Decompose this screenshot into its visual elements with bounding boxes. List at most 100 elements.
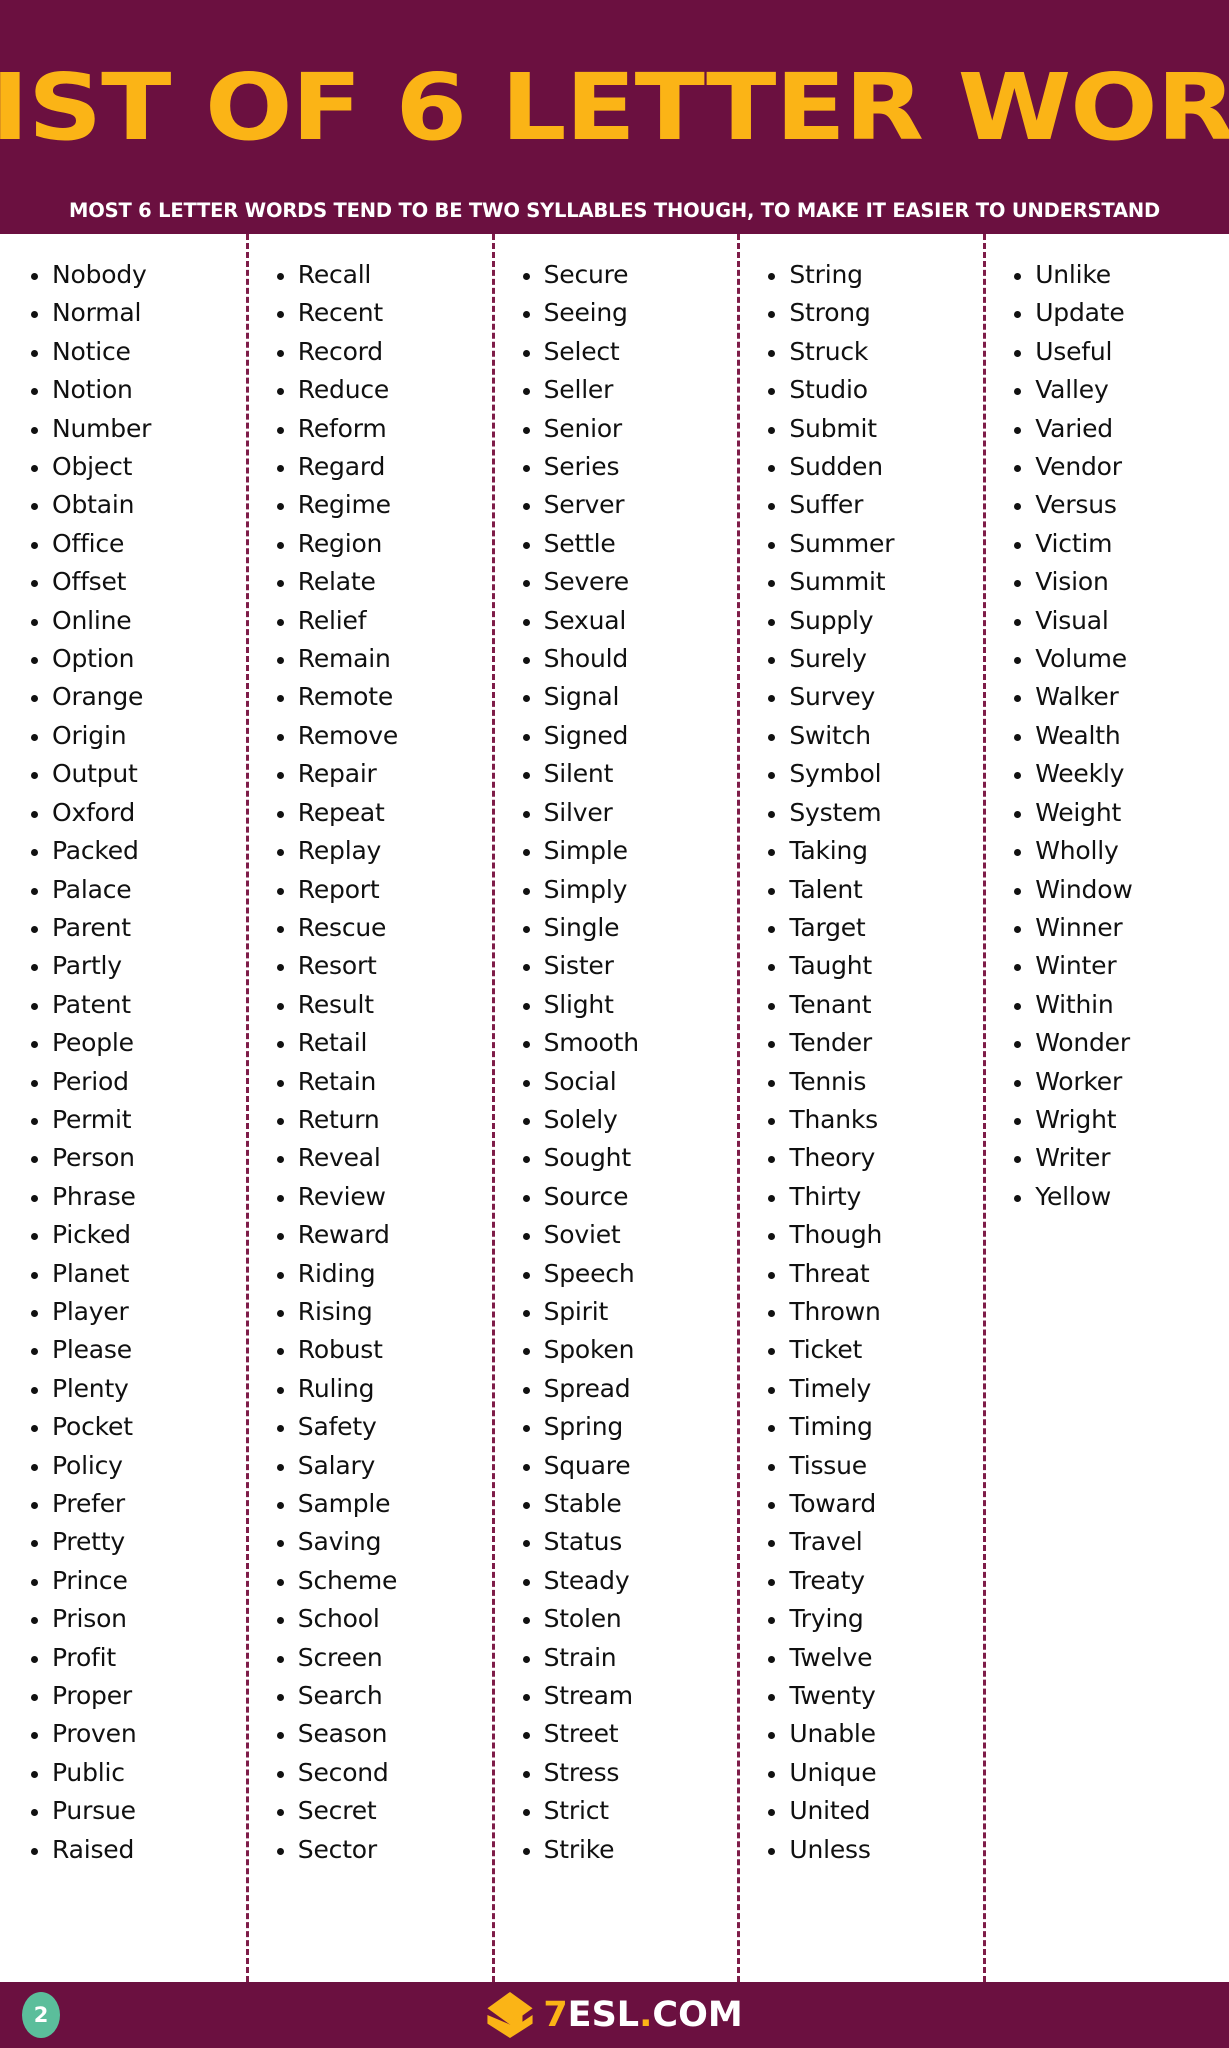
word-item: Saving: [276, 1523, 492, 1561]
word-item: Oxford: [31, 794, 246, 832]
word-item: Prison: [31, 1600, 246, 1638]
word-item: Toward: [768, 1485, 983, 1523]
word-column-5: Unlike Update Useful Valley Varied Vendor Vers…: [983, 234, 1229, 1982]
word-item: Visual: [1014, 602, 1229, 640]
word-item: Weekly: [1014, 755, 1229, 793]
word-column-3: Secure Seeing Select Seller Senior Series Serv…: [491, 234, 738, 1982]
word-item: Reform: [276, 410, 492, 448]
word-item: Target: [768, 909, 983, 947]
word-item: Weight: [1014, 794, 1229, 832]
word-item: Tender: [768, 1024, 983, 1062]
word-item: Travel: [768, 1523, 983, 1561]
word-item: Regard: [276, 448, 492, 486]
word-item: Series: [522, 448, 738, 486]
word-item: Surely: [768, 640, 983, 678]
word-item: Window: [1014, 871, 1229, 909]
word-item: Useful: [1014, 333, 1229, 371]
word-item: Profit: [31, 1639, 246, 1677]
word-item: Rising: [276, 1293, 492, 1331]
poster-footer: 2 7 ESL. COM: [0, 1982, 1229, 2048]
word-item: Spirit: [522, 1293, 738, 1331]
word-item: Robust: [276, 1331, 492, 1369]
word-item: Taking: [768, 832, 983, 870]
word-item: Supply: [768, 602, 983, 640]
word-item: Thrown: [768, 1293, 983, 1331]
word-item: Orange: [31, 678, 246, 716]
word-item: Wholly: [1014, 832, 1229, 870]
word-item: Stable: [522, 1485, 738, 1523]
word-item: Season: [276, 1715, 492, 1753]
infographic-poster: LIST OF 6 LETTER WORDS MOST 6 LETTER WOR…: [0, 0, 1229, 2048]
word-item: Proven: [31, 1715, 246, 1753]
word-item: Though: [768, 1216, 983, 1254]
word-item: Salary: [276, 1447, 492, 1485]
word-item: Review: [276, 1178, 492, 1216]
word-item: Retail: [276, 1024, 492, 1062]
poster-header: LIST OF 6 LETTER WORDS MOST 6 LETTER WOR…: [0, 0, 1229, 234]
word-item: Tissue: [768, 1447, 983, 1485]
word-item: Return: [276, 1101, 492, 1139]
word-item: Phrase: [31, 1178, 246, 1216]
word-item: String: [768, 256, 983, 294]
word-item: Winter: [1014, 947, 1229, 985]
word-item: Recall: [276, 256, 492, 294]
word-item: Simply: [522, 871, 738, 909]
word-item: Public: [31, 1754, 246, 1792]
word-item: Signed: [522, 717, 738, 755]
word-columns: Nobody Normal Notice Notion Number Object Obta…: [0, 234, 1229, 1982]
page-title: LIST OF 6 LETTER WORDS: [0, 54, 1229, 161]
word-item: Timely: [768, 1370, 983, 1408]
word-item: Stress: [522, 1754, 738, 1792]
word-item: Resort: [276, 947, 492, 985]
word-item: Threat: [768, 1255, 983, 1293]
word-item: Slight: [522, 986, 738, 1024]
word-item: Pursue: [31, 1792, 246, 1830]
word-item: Unlike: [1014, 256, 1229, 294]
word-item: Source: [522, 1178, 738, 1216]
word-item: Secret: [276, 1792, 492, 1830]
brand-esl: ESL: [567, 1994, 640, 2035]
word-item: Result: [276, 986, 492, 1024]
word-item: Strict: [522, 1792, 738, 1830]
word-item: Walker: [1014, 678, 1229, 716]
word-item: Repair: [276, 755, 492, 793]
word-item: Senior: [522, 410, 738, 448]
word-item: Sexual: [522, 602, 738, 640]
word-item: Strike: [522, 1831, 738, 1869]
brand-com: COM: [652, 1994, 743, 2035]
word-item: Should: [522, 640, 738, 678]
word-item: Packed: [31, 832, 246, 870]
word-item: Option: [31, 640, 246, 678]
word-item: Yellow: [1014, 1178, 1229, 1216]
word-item: Stolen: [522, 1600, 738, 1638]
word-item: Regime: [276, 486, 492, 524]
word-column-2: Recall Recent Record Reduce Reform Regard Regi…: [245, 234, 492, 1982]
word-item: Pocket: [31, 1408, 246, 1446]
word-item: Region: [276, 525, 492, 563]
word-item: Person: [31, 1139, 246, 1177]
word-item: Ruling: [276, 1370, 492, 1408]
word-item: Obtain: [31, 486, 246, 524]
word-list-1: Nobody Normal Notice Notion Number Object Obta…: [0, 256, 246, 1869]
brand-logo[interactable]: 7 ESL. COM: [486, 1991, 743, 2039]
word-item: Update: [1014, 294, 1229, 332]
word-item: Search: [276, 1677, 492, 1715]
word-item: Ticket: [768, 1331, 983, 1369]
word-item: Seeing: [522, 294, 738, 332]
word-item: People: [31, 1024, 246, 1062]
word-list-2: Recall Recent Record Reduce Reform Regard Regi…: [246, 256, 492, 1869]
word-item: Spoken: [522, 1331, 738, 1369]
word-item: Unique: [768, 1754, 983, 1792]
word-item: Submit: [768, 410, 983, 448]
word-item: Proper: [31, 1677, 246, 1715]
word-item: Number: [31, 410, 246, 448]
word-item: System: [768, 794, 983, 832]
brand-diamond-icon: [487, 1991, 533, 2039]
page-number-badge: 2: [22, 1992, 60, 2038]
word-item: Sister: [522, 947, 738, 985]
word-item: Wealth: [1014, 717, 1229, 755]
brand-seven: 7: [543, 1994, 568, 2035]
word-item: Settle: [522, 525, 738, 563]
word-item: Remove: [276, 717, 492, 755]
word-item: Vendor: [1014, 448, 1229, 486]
